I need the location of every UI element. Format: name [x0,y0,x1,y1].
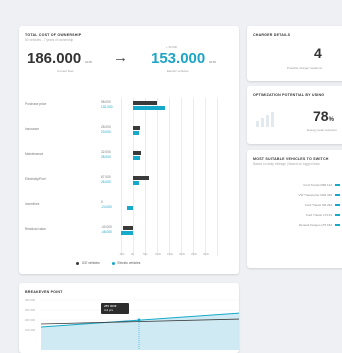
suitability-bar [335,194,340,196]
x-tick-label: 250k [191,252,198,256]
ice-value-label: -40.000 [101,225,112,229]
suitability-bar [335,204,340,206]
legend-ev: Electric vehicles [111,261,140,265]
tco-card: TOTAL COST OF OWNERSHIP 50 vehicles - 7 … [19,26,239,274]
bar-chart-icon [256,112,274,127]
suitable-list: Ford Transit M66 123 VW Transporter M02 3… [247,182,342,262]
charger-label: Possible charger locations [287,66,323,70]
breakeven-tooltip: 285 000€ 4.2 yrs [101,303,129,314]
ev-value-label: 132.000 [101,105,113,109]
category-label: Incentives [25,202,40,206]
x-tick-label: 50k [143,252,148,256]
x-tick-label: -50k [119,252,125,256]
ev-bar [133,181,140,185]
vehicle-name: Renault Kangoo LT5 184 [298,223,332,227]
ice-value-label: 28.000 [101,125,111,129]
suitable-subtitle: Based on daily mileage | Based on logged… [253,162,320,166]
vehicle-list-item[interactable]: Ford Transit LT4 64 [247,212,342,220]
breakeven-area-chart [41,299,239,350]
y-tick: 100 000 [25,328,36,332]
legend-ice: ICE vehicles [76,261,100,265]
ev-bar [133,156,140,160]
ice-bar [133,151,141,155]
charger-value: 4 [314,45,322,61]
vehicle-name: VW Transporter M02 329 [298,193,332,197]
category-label: Purchase price [25,102,47,106]
y-tick: 400 000 [25,298,36,302]
ice-bar [133,126,140,130]
category-label: Maintenance [25,152,44,156]
y-tick: 200 000 [25,318,36,322]
optimization-card: OPTIMIZATION POTENTIAL BY USING 78% Ener… [247,86,342,144]
vehicle-list-item[interactable]: VW Transporter M02 329 [247,192,342,200]
x-tick-label: 100k [155,252,162,256]
x-tick-label: 0k [131,252,134,256]
suitable-card: MOST SUITABLE VEHICLES TO SWITCH Based o… [247,150,342,268]
optimization-value: 78% [313,108,334,124]
vehicle-name: Ford Transit M6 294 [305,203,332,207]
suitability-bar [335,184,340,186]
suitable-title: MOST SUITABLE VEHICLES TO SWITCH [253,157,329,161]
category-label: Insurance [25,127,39,131]
ev-bar [121,231,133,235]
vehicle-list-item[interactable]: Ford Transit M6 294 [247,202,342,210]
category-label: Residual value [25,227,46,231]
ice-value-label: 32.000 [101,150,111,154]
ice-value-label: 98.000 [101,100,111,104]
ice-value-label: 67.000 [101,175,111,179]
ev-value-label: 23.000 [101,130,111,134]
vehicle-list-item[interactable]: Renault Kangoo LT5 184 [247,222,342,230]
ice-bar [123,226,133,230]
x-tick-label: 200k [179,252,186,256]
ev-bar [133,106,165,110]
legend: ICE vehicles Electric vehicles [76,261,140,265]
ev-bar [133,131,139,135]
charger-card: CHARGER DETAILS 4 Possible charger locat… [247,26,342,81]
vehicle-name: Ford Transit LT4 64 [306,213,332,217]
ice-bar [133,176,150,180]
optimization-label: Energy peak reduction [307,128,338,132]
breakeven-card: BREAKEVEN POINT 400 000 300 000 200 000 … [19,283,239,353]
ev-value-label: 26.000 [101,180,111,184]
y-tick: 300 000 [25,308,36,312]
vehicle-list-item[interactable]: Ford Transit M66 123 [247,182,342,190]
ev-bar [127,206,133,210]
charger-title: CHARGER DETAILS [253,33,291,37]
suitability-bar [335,214,340,216]
suitability-bar [335,224,340,226]
cost-breakdown-chart: Purchase price 98.000 132.000 Insurance 28.0… [19,26,239,274]
x-tick-label: 150k [167,252,174,256]
ev-value-label: -24.000 [101,205,112,209]
vehicle-name: Ford Transit M66 123 [303,183,332,187]
ev-value-label: -48.000 [101,230,112,234]
optimization-title: OPTIMIZATION POTENTIAL BY USING [253,93,325,97]
ev-value-label: 28.000 [101,155,111,159]
ice-value-label: 0 [101,200,103,204]
breakeven-title: BREAKEVEN POINT [25,290,63,294]
category-label: Electricity/Fuel [25,177,46,181]
ice-bar [133,101,157,105]
x-tick-label: 300k [203,252,210,256]
